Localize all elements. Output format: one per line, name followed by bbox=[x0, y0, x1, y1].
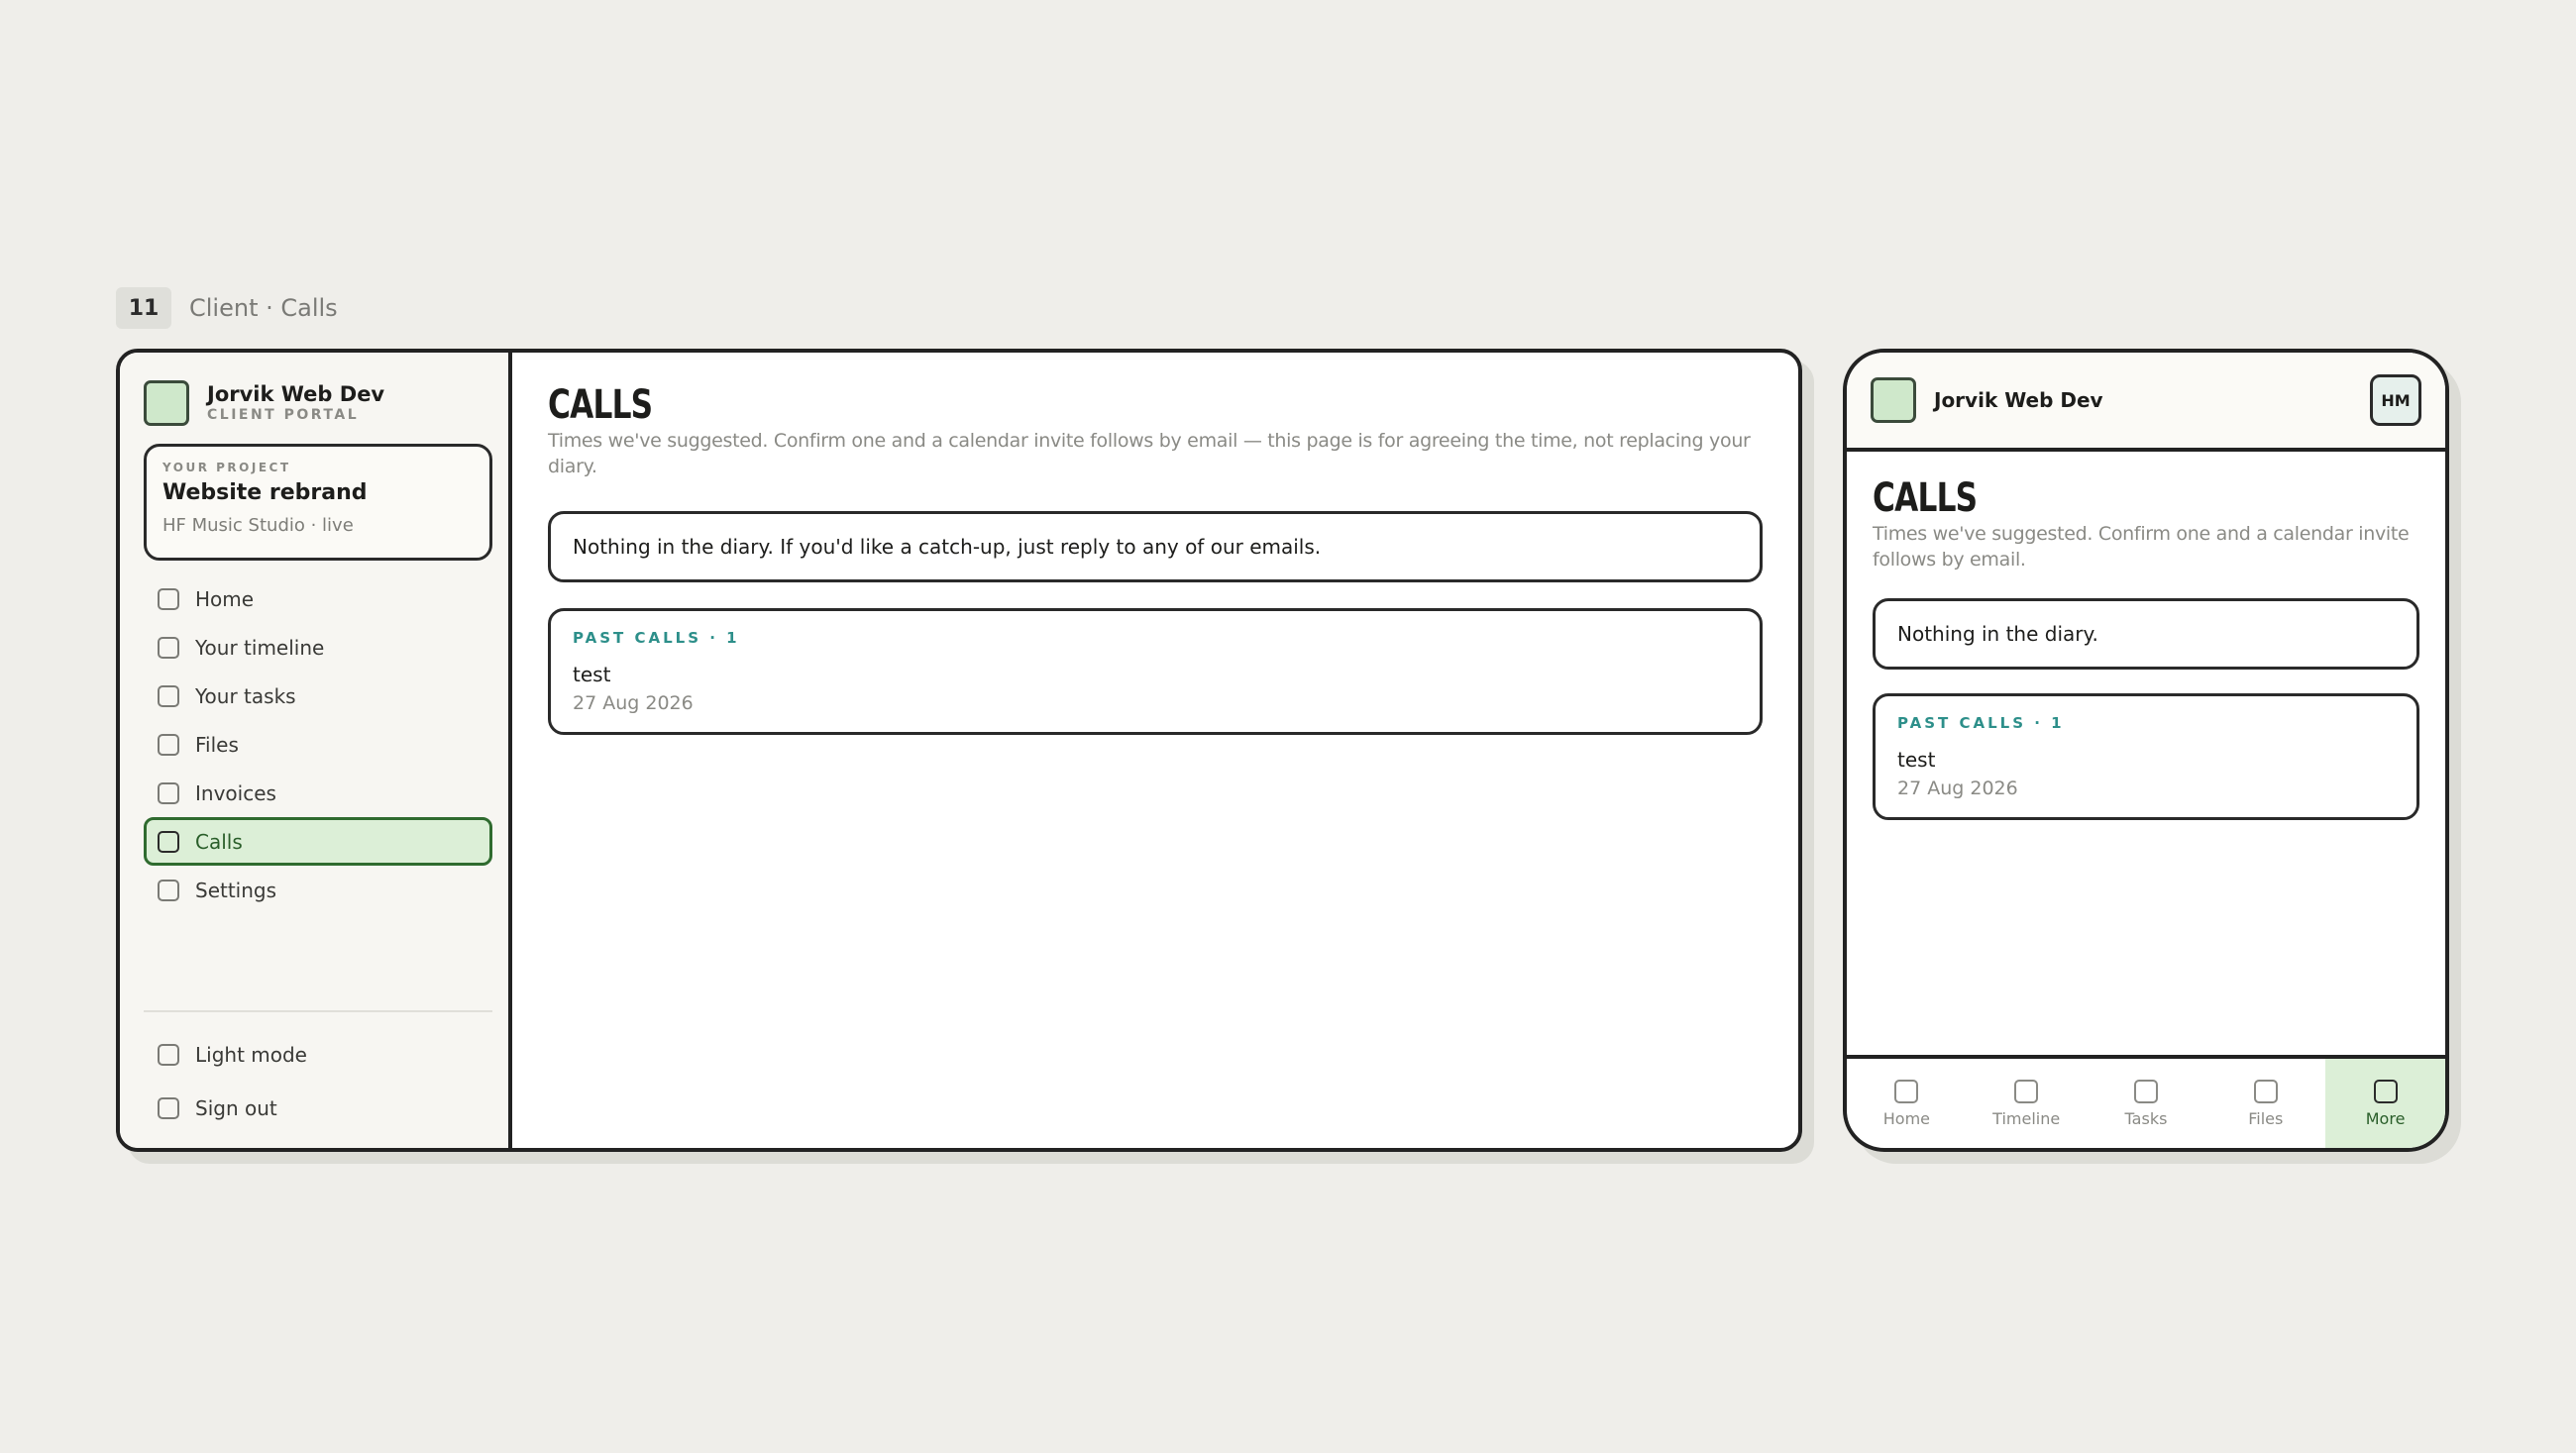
logo-icon bbox=[1871, 377, 1916, 423]
sidebar-item-label: Your tasks bbox=[195, 683, 296, 708]
sidebar-item-invoices[interactable]: Invoices bbox=[144, 769, 492, 817]
checkbox-icon bbox=[158, 1097, 179, 1119]
sidebar-item-files[interactable]: Files bbox=[144, 720, 492, 769]
sidebar-item-timeline[interactable]: Your timeline bbox=[144, 623, 492, 672]
mobile-header: Jorvik Web Dev HM bbox=[1847, 353, 2445, 452]
screen-number-badge: 11 bbox=[116, 287, 171, 329]
project-meta: HF Music Studio · live bbox=[162, 515, 354, 536]
tab-label: Tasks bbox=[2124, 1108, 2168, 1128]
sidebar-item-label: Your timeline bbox=[195, 635, 325, 660]
tab-more[interactable]: More bbox=[2325, 1059, 2445, 1148]
empty-state-card: Nothing in the diary. If you'd like a ca… bbox=[548, 511, 1763, 582]
tab-label: Files bbox=[2248, 1108, 2284, 1128]
page-subtitle: Times we've suggested. Confirm one and a… bbox=[1873, 523, 2410, 571]
desktop-frame: Jorvik Web Dev CLIENT PORTAL YOUR PROJEC… bbox=[116, 349, 1802, 1152]
past-call-name: test bbox=[573, 663, 611, 686]
checkbox-icon bbox=[2133, 1079, 2158, 1103]
sidebar-item-label: Settings bbox=[195, 878, 277, 902]
empty-state-card: Nothing in the diary. bbox=[1873, 598, 2419, 670]
empty-state-text: Nothing in the diary. bbox=[1897, 622, 2098, 646]
sidebar-item-label: Home bbox=[195, 586, 255, 611]
tab-files[interactable]: Files bbox=[2205, 1059, 2325, 1148]
empty-state-text: Nothing in the diary. If you'd like a ca… bbox=[573, 535, 1322, 559]
brand[interactable]: Jorvik Web Dev CLIENT PORTAL bbox=[144, 380, 384, 426]
page-title: CALLS bbox=[548, 382, 653, 428]
past-calls-card: PAST CALLS · 1 test 27 Aug 2026 bbox=[548, 608, 1763, 735]
mobile-frame: Jorvik Web Dev HM CALLS Times we've sugg… bbox=[1843, 349, 2449, 1152]
checkbox-icon bbox=[2373, 1079, 2398, 1103]
sidebar-item-tasks[interactable]: Your tasks bbox=[144, 672, 492, 720]
tab-tasks[interactable]: Tasks bbox=[2087, 1059, 2206, 1148]
sign-out-button[interactable]: Sign out bbox=[144, 1082, 492, 1135]
sidebar: Jorvik Web Dev CLIENT PORTAL YOUR PROJEC… bbox=[120, 353, 512, 1148]
brand-name: Jorvik Web Dev bbox=[207, 382, 385, 406]
project-card[interactable]: YOUR PROJECT Website rebrand HF Music St… bbox=[144, 444, 492, 561]
sign-out-label: Sign out bbox=[195, 1096, 277, 1120]
project-kicker: YOUR PROJECT bbox=[162, 461, 291, 474]
checkbox-icon bbox=[2014, 1079, 2039, 1103]
sidebar-item-label: Invoices bbox=[195, 780, 276, 805]
checkbox-icon bbox=[158, 781, 179, 804]
sidebar-item-settings[interactable]: Settings bbox=[144, 866, 492, 914]
sidebar-divider bbox=[144, 1010, 492, 1012]
project-name: Website rebrand bbox=[162, 480, 368, 505]
tab-timeline[interactable]: Timeline bbox=[1967, 1059, 2087, 1148]
page-subtitle: Times we've suggested. Confirm one and a… bbox=[548, 430, 1751, 477]
sidebar-bottom: Light mode Sign out bbox=[144, 1028, 492, 1135]
checkbox-icon bbox=[2253, 1079, 2278, 1103]
past-calls-kicker: PAST CALLS · 1 bbox=[573, 629, 740, 647]
checkbox-icon bbox=[158, 879, 179, 901]
past-call-name: test bbox=[1897, 748, 1936, 772]
light-mode-label: Light mode bbox=[195, 1043, 307, 1067]
checkbox-icon bbox=[158, 636, 179, 659]
tab-label: Home bbox=[1882, 1108, 1931, 1128]
screen-label: 11 Client · Calls bbox=[116, 287, 338, 329]
sidebar-item-label: Calls bbox=[195, 829, 243, 854]
brand-name: Jorvik Web Dev bbox=[1934, 388, 2103, 412]
page-title: CALLS bbox=[1873, 475, 1978, 521]
main-content: CALLS Times we've suggested. Confirm one… bbox=[512, 353, 1798, 1148]
mobile-tabbar: Home Timeline Tasks Files More bbox=[1847, 1055, 2445, 1148]
past-call-item[interactable]: test 27 Aug 2026 bbox=[573, 663, 1738, 714]
sidebar-item-calls[interactable]: Calls bbox=[144, 817, 492, 866]
tab-label: Timeline bbox=[1992, 1108, 2061, 1128]
past-call-date: 27 Aug 2026 bbox=[1897, 778, 2018, 799]
brand-subtitle: CLIENT PORTAL bbox=[207, 407, 360, 423]
checkbox-icon bbox=[158, 684, 179, 707]
logo-icon bbox=[144, 380, 189, 426]
sidebar-nav: Home Your timeline Your tasks Files Invo… bbox=[144, 574, 492, 914]
sidebar-item-home[interactable]: Home bbox=[144, 574, 492, 623]
checkbox-icon bbox=[158, 587, 179, 610]
screen-label-text: Client · Calls bbox=[189, 294, 338, 322]
past-call-date: 27 Aug 2026 bbox=[573, 692, 694, 714]
sidebar-item-label: Files bbox=[195, 732, 239, 757]
checkbox-icon bbox=[1894, 1079, 1919, 1103]
past-call-item[interactable]: test 27 Aug 2026 bbox=[1897, 748, 2395, 799]
avatar[interactable]: HM bbox=[2370, 374, 2421, 426]
past-calls-card: PAST CALLS · 1 test 27 Aug 2026 bbox=[1873, 693, 2419, 820]
checkbox-icon bbox=[158, 1044, 179, 1066]
past-calls-kicker: PAST CALLS · 1 bbox=[1897, 714, 2065, 732]
checkbox-icon bbox=[158, 830, 179, 853]
tab-home[interactable]: Home bbox=[1847, 1059, 1967, 1148]
checkbox-icon bbox=[158, 733, 179, 756]
light-mode-toggle[interactable]: Light mode bbox=[144, 1028, 492, 1082]
mobile-main-content: CALLS Times we've suggested. Confirm one… bbox=[1847, 452, 2445, 1055]
tab-label: More bbox=[2365, 1108, 2406, 1128]
